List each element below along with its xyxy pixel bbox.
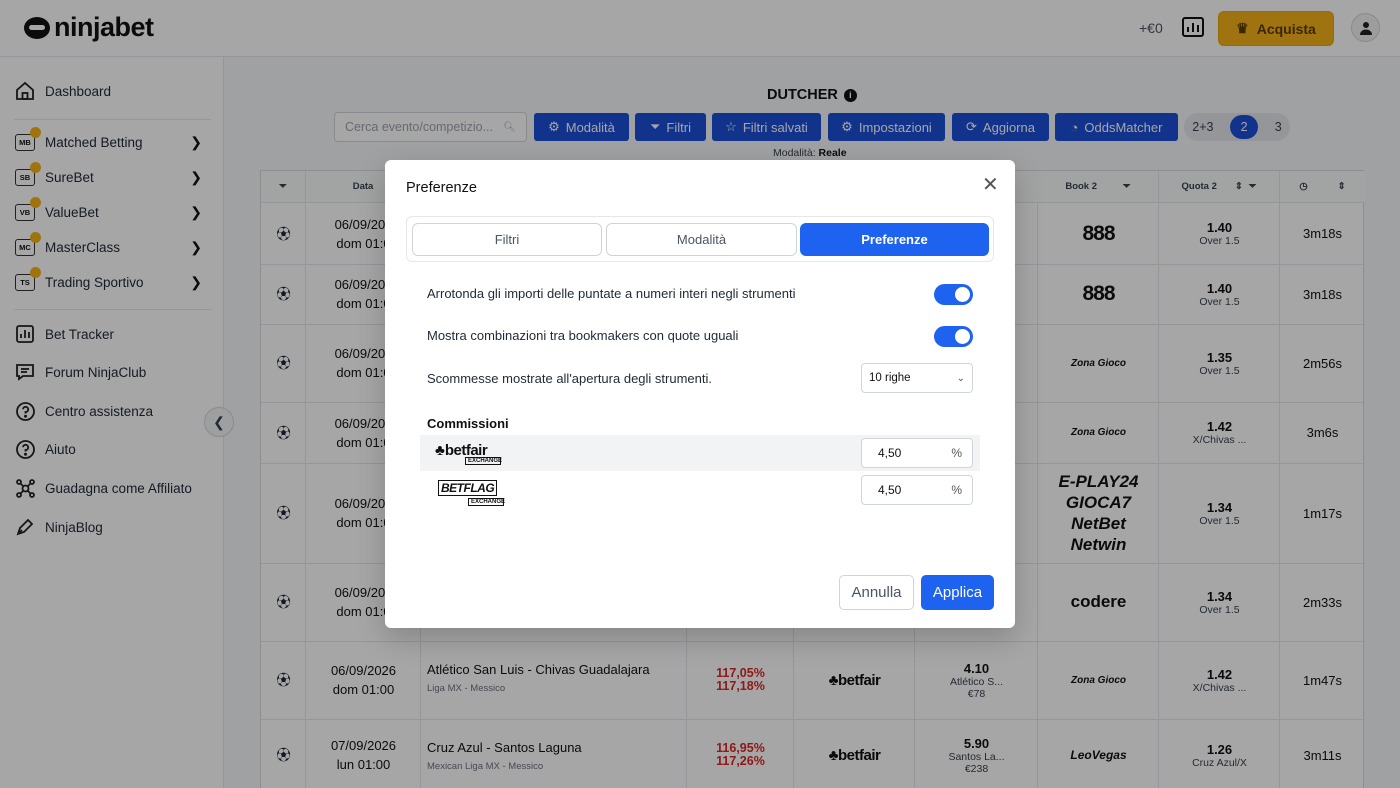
modal-title: Preferenze [406, 180, 477, 196]
commission-value: 4,50 [878, 483, 902, 497]
betfair-logo: ♣betfair EXCHANGE [435, 442, 502, 465]
exchange-label: EXCHANGE [465, 457, 502, 465]
equal-odds-label: Mostra combinazioni tra bookmakers con q… [427, 328, 739, 343]
betflag-name: BETFLAG [438, 480, 498, 496]
percent-unit: % [951, 483, 962, 497]
betfair-commission-input[interactable]: 4,50 % [861, 438, 973, 468]
tab-modalita[interactable]: Modalità [606, 223, 797, 256]
betflag-logo: BETFLAG EXCHANGE [438, 479, 505, 506]
commission-value: 4,50 [878, 446, 902, 460]
rows-shown-select[interactable]: 10 righe ⌄ [861, 363, 973, 393]
exchange-label: EXCHANGE [468, 498, 505, 506]
apply-button[interactable]: Applica [921, 575, 994, 610]
betfair-name: betfair [444, 442, 488, 459]
tab-filtri[interactable]: Filtri [412, 223, 602, 256]
modal-tabs: Filtri Modalità Preferenze [406, 216, 994, 262]
equal-odds-toggle[interactable] [934, 326, 973, 347]
commission-row-betflag: BETFLAG EXCHANGE 4,50 % [420, 472, 980, 508]
rows-select-value: 10 righe [869, 372, 911, 384]
rows-shown-label: Scommesse mostrate all'apertura degli st… [427, 371, 712, 386]
chevron-down-icon: ⌄ [956, 372, 965, 384]
preferences-modal: Preferenze ✕ Filtri Modalità Preferenze … [385, 160, 1015, 628]
cancel-button[interactable]: Annulla [839, 575, 914, 610]
round-amounts-label: Arrotonda gli importi delle puntate a nu… [427, 286, 796, 301]
tab-preferenze[interactable]: Preferenze [800, 223, 989, 256]
round-amounts-toggle[interactable] [934, 284, 973, 305]
percent-unit: % [951, 446, 962, 460]
commissions-title: Commissioni [427, 416, 509, 431]
betfair-mark: ♣ [435, 442, 445, 459]
betflag-commission-input[interactable]: 4,50 % [861, 475, 973, 505]
commission-row-betfair: ♣betfair EXCHANGE 4,50 % [420, 435, 980, 471]
close-icon[interactable]: ✕ [982, 175, 999, 195]
